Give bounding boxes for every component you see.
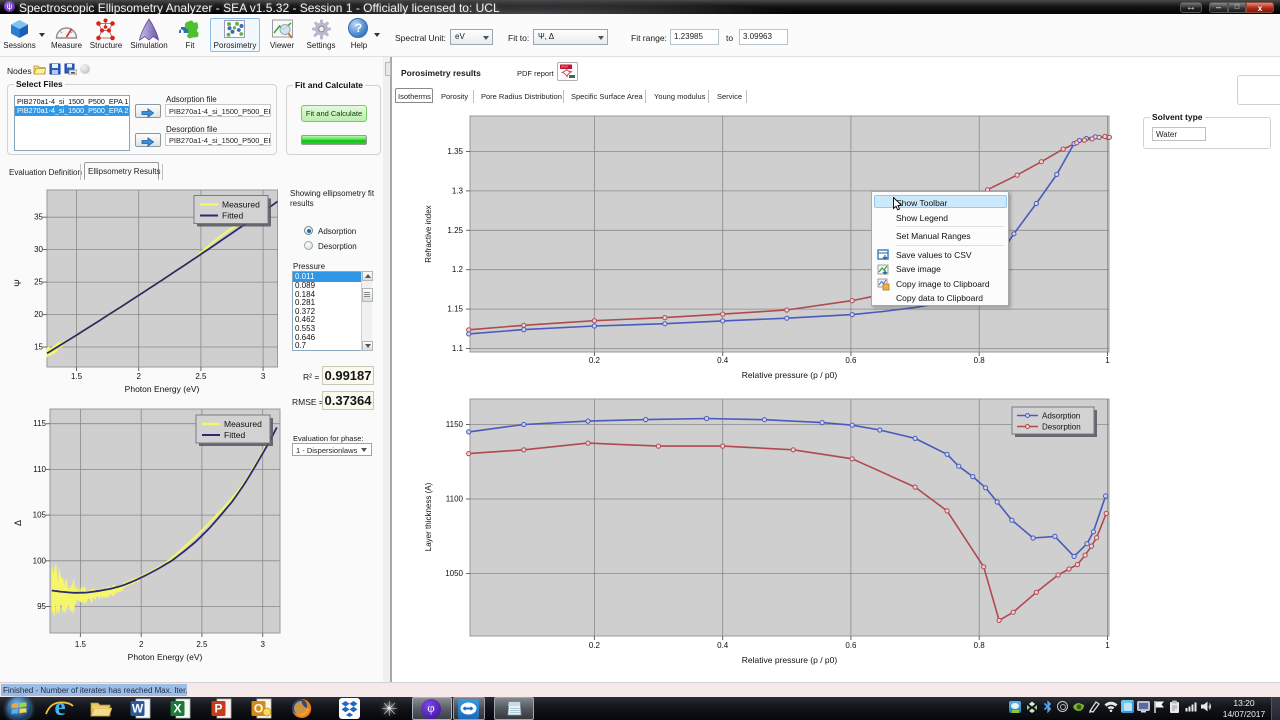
svg-text:1.5: 1.5 <box>71 372 83 381</box>
svg-text:Δ: Δ <box>13 520 23 526</box>
svg-text:1050: 1050 <box>445 569 463 578</box>
svg-text:Photon Energy (eV): Photon Energy (eV) <box>128 652 203 662</box>
svg-text:0.4: 0.4 <box>717 356 729 365</box>
svg-text:1150: 1150 <box>446 420 464 429</box>
svg-text:P: P <box>214 702 222 716</box>
svg-text:0.2: 0.2 <box>589 356 601 365</box>
svg-text:1: 1 <box>1105 356 1110 365</box>
svg-text:0.8: 0.8 <box>974 356 986 365</box>
svg-text:Fitted: Fitted <box>222 211 244 221</box>
svg-text:1: 1 <box>1105 641 1110 650</box>
svg-text:2.5: 2.5 <box>195 372 207 381</box>
svg-text:1100: 1100 <box>446 495 464 504</box>
svg-text:0.8: 0.8 <box>974 641 986 650</box>
svg-text:1.3: 1.3 <box>452 186 464 195</box>
svg-text:Relative pressure (p / p0): Relative pressure (p / p0) <box>742 370 838 380</box>
svg-text:105: 105 <box>33 511 47 520</box>
svg-text:30: 30 <box>34 245 43 254</box>
svg-text:0.6: 0.6 <box>845 356 857 365</box>
svg-text:1.2: 1.2 <box>452 265 464 274</box>
svg-text:1.1: 1.1 <box>452 344 464 353</box>
svg-text:2: 2 <box>139 640 144 649</box>
svg-text:2.5: 2.5 <box>196 640 208 649</box>
svg-text:X: X <box>173 702 181 716</box>
svg-text:Fitted: Fitted <box>224 430 246 440</box>
svg-text:115: 115 <box>33 419 46 428</box>
svg-text:0.6: 0.6 <box>845 641 857 650</box>
svg-text:Photon Energy (eV): Photon Energy (eV) <box>125 384 200 394</box>
svg-text:0.2: 0.2 <box>589 641 601 650</box>
svg-text:Desorption: Desorption <box>1042 423 1081 432</box>
svg-text:35: 35 <box>34 213 43 222</box>
svg-text:3: 3 <box>261 372 266 381</box>
svg-text:100: 100 <box>33 556 47 565</box>
svg-text:Relative pressure (p / p0): Relative pressure (p / p0) <box>742 655 838 665</box>
svg-text:3: 3 <box>260 640 265 649</box>
svg-text:2: 2 <box>136 372 141 381</box>
svg-text:Refractive index: Refractive index <box>424 205 433 262</box>
svg-text:15: 15 <box>34 343 43 352</box>
svg-text:Ψ: Ψ <box>13 279 23 287</box>
svg-text:0.4: 0.4 <box>717 641 729 650</box>
svg-text:Adsorption: Adsorption <box>1042 412 1080 421</box>
svg-text:110: 110 <box>33 465 46 474</box>
svg-text:95: 95 <box>37 602 46 611</box>
svg-text:1.35: 1.35 <box>447 147 463 156</box>
svg-text:W: W <box>132 702 144 716</box>
svg-text:Measured: Measured <box>222 200 260 210</box>
svg-text:1.5: 1.5 <box>75 640 87 649</box>
svg-text:Measured: Measured <box>224 419 262 429</box>
svg-text:1.25: 1.25 <box>447 226 463 235</box>
svg-text:O: O <box>254 702 263 716</box>
svg-text:20: 20 <box>34 310 43 319</box>
svg-text:1.15: 1.15 <box>447 305 463 314</box>
svg-text:Layer thickness (A): Layer thickness (A) <box>424 482 433 551</box>
svg-text:25: 25 <box>34 278 43 287</box>
